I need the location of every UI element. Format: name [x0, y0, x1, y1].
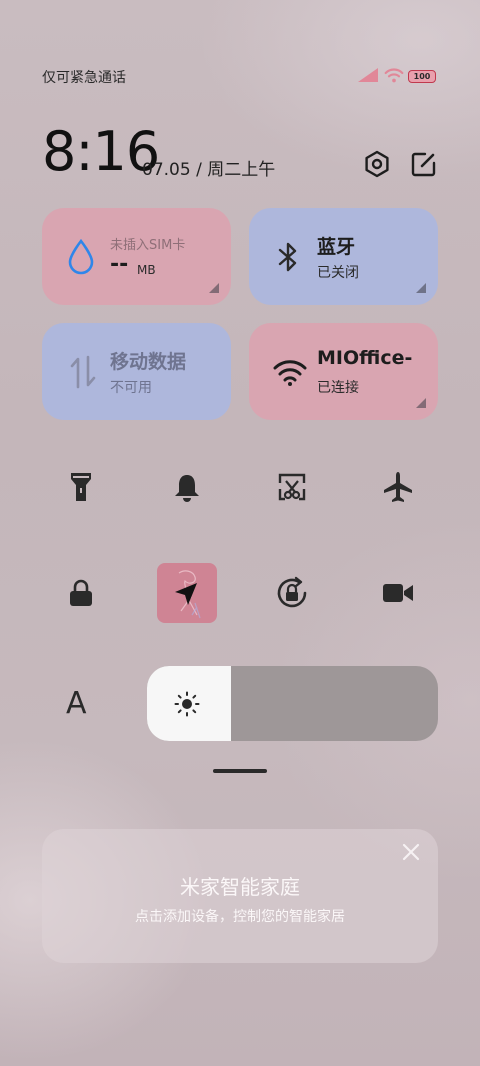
sun-icon — [174, 691, 200, 717]
wifi-icon — [273, 360, 307, 386]
tile-expand-corner — [416, 398, 426, 408]
water-drop-icon — [68, 238, 94, 275]
signal-icon — [358, 68, 378, 82]
carrier-status: 仅可紧急通话 — [42, 70, 126, 86]
font-size-button[interactable]: A — [66, 686, 87, 721]
tile-expand-corner — [416, 283, 426, 293]
brightness-slider[interactable] — [147, 666, 438, 741]
battery-indicator: 100 — [408, 70, 436, 83]
lock-icon — [70, 579, 92, 606]
wifi-tile[interactable]: MIOffice- 已连接 — [249, 323, 438, 420]
location-toggle[interactable] — [157, 563, 217, 623]
edit-icon[interactable] — [410, 150, 438, 178]
airplane-toggle[interactable] — [368, 457, 428, 517]
data-usage-value: -- — [110, 252, 129, 277]
screenshot-icon — [278, 473, 306, 501]
data-usage-tile[interactable]: 未插入SIM卡 -- MB — [42, 208, 231, 305]
smart-home-title: 米家智能家庭 — [180, 875, 300, 899]
mobile-data-tile[interactable]: 移动数据 不可用 — [42, 323, 231, 420]
bluetooth-title: 蓝牙 — [317, 236, 356, 258]
smart-home-card[interactable]: 米家智能家庭 点击添加设备，控制您的智能家居 — [42, 829, 438, 963]
screenshot-toggle[interactable] — [262, 457, 322, 517]
airplane-icon — [384, 472, 412, 502]
sim-status-label: 未插入SIM卡 — [110, 238, 186, 253]
bell-icon — [175, 475, 199, 502]
mobile-data-title: 移动数据 — [110, 351, 187, 373]
drag-handle[interactable] — [213, 769, 267, 773]
bluetooth-icon — [278, 242, 297, 272]
close-icon[interactable] — [400, 841, 422, 863]
location-icon — [175, 583, 197, 605]
flashlight-icon — [71, 473, 91, 501]
smart-home-subtitle: 点击添加设备，控制您的智能家居 — [135, 909, 345, 925]
screen-lock-toggle[interactable] — [51, 563, 111, 623]
tile-expand-corner — [209, 283, 219, 293]
video-icon — [383, 584, 413, 602]
settings-icon[interactable] — [363, 150, 391, 178]
screen-record-toggle[interactable] — [368, 563, 428, 623]
silent-toggle[interactable] — [157, 457, 217, 517]
bluetooth-tile[interactable]: 蓝牙 已关闭 — [249, 208, 438, 305]
flashlight-toggle[interactable] — [51, 457, 111, 517]
date-text: 07.05 / 周二上午 — [142, 160, 276, 180]
wifi-status: 已连接 — [317, 380, 359, 396]
data-arrows-icon — [70, 355, 96, 389]
mobile-data-status: 不可用 — [110, 380, 152, 396]
rotation-lock-icon — [277, 576, 307, 608]
bluetooth-status: 已关闭 — [317, 265, 359, 281]
wifi-network-name: MIOffice- — [317, 347, 413, 369]
auto-rotate-toggle[interactable] — [262, 563, 322, 623]
data-usage-unit: MB — [137, 263, 156, 277]
wifi-status-icon — [384, 68, 404, 83]
